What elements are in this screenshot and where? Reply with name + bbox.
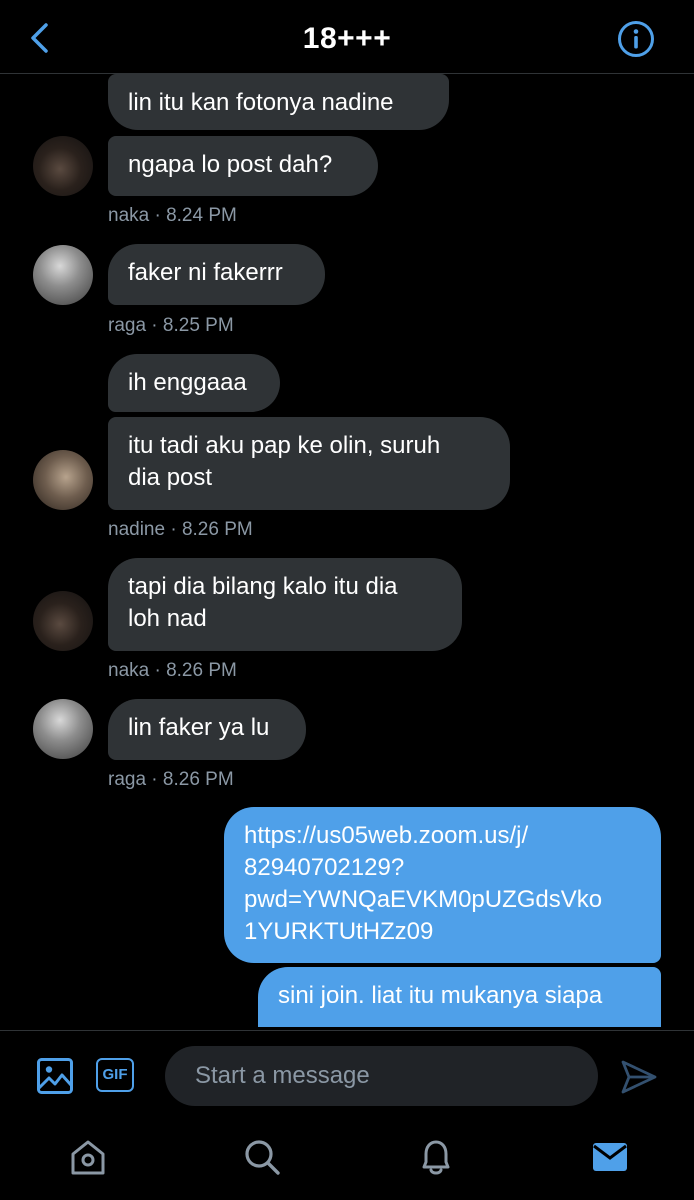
message-bubble[interactable]: faker ni fakerrr bbox=[108, 244, 325, 305]
message-list[interactable]: lin itu kan fotonya nadine ngapa lo post… bbox=[0, 74, 694, 1030]
conversation-title: 18+++ bbox=[302, 22, 392, 55]
message-bubble[interactable]: ngapa lo post dah? bbox=[108, 136, 378, 196]
bottom-tab-bar bbox=[0, 1125, 694, 1200]
search-icon[interactable] bbox=[242, 1137, 282, 1177]
mail-icon[interactable] bbox=[590, 1137, 630, 1177]
message-bubble[interactable]: lin faker ya lu bbox=[108, 699, 306, 760]
avatar[interactable] bbox=[33, 699, 93, 759]
message-composer: GIF bbox=[0, 1030, 694, 1125]
send-icon[interactable] bbox=[620, 1058, 658, 1096]
message-meta: raga · 8.25 PM bbox=[108, 315, 234, 336]
message-meta: nadine · 8.26 PM bbox=[108, 519, 253, 540]
avatar[interactable] bbox=[33, 245, 93, 305]
home-icon[interactable] bbox=[68, 1137, 108, 1177]
avatar[interactable] bbox=[33, 591, 93, 651]
message-bubble[interactable]: tapi dia bilang kalo itu dia loh nad bbox=[108, 558, 462, 651]
message-meta: naka · 8.26 PM bbox=[108, 660, 237, 681]
message-bubble[interactable]: itu tadi aku pap ke olin, suruh dia post bbox=[108, 417, 510, 510]
info-icon[interactable] bbox=[616, 19, 656, 59]
message-bubble[interactable]: lin itu kan fotonya nadine bbox=[108, 74, 449, 130]
conversation-header: 18+++ bbox=[0, 0, 694, 74]
message-meta: naka · 8.24 PM bbox=[108, 205, 237, 226]
avatar[interactable] bbox=[33, 136, 93, 196]
gif-icon[interactable]: GIF bbox=[96, 1058, 134, 1092]
message-bubble-sent[interactable]: https://us05web.zoom.us/j/ 82940702129? … bbox=[224, 807, 661, 963]
avatar[interactable] bbox=[33, 450, 93, 510]
image-icon[interactable] bbox=[36, 1057, 74, 1095]
bell-icon[interactable] bbox=[416, 1137, 456, 1177]
message-bubble-sent[interactable]: sini join. liat itu mukanya siapa bbox=[258, 967, 661, 1027]
message-input[interactable] bbox=[165, 1046, 598, 1106]
message-meta: raga · 8.26 PM bbox=[108, 769, 234, 790]
message-bubble[interactable]: ih enggaaa bbox=[108, 354, 280, 412]
